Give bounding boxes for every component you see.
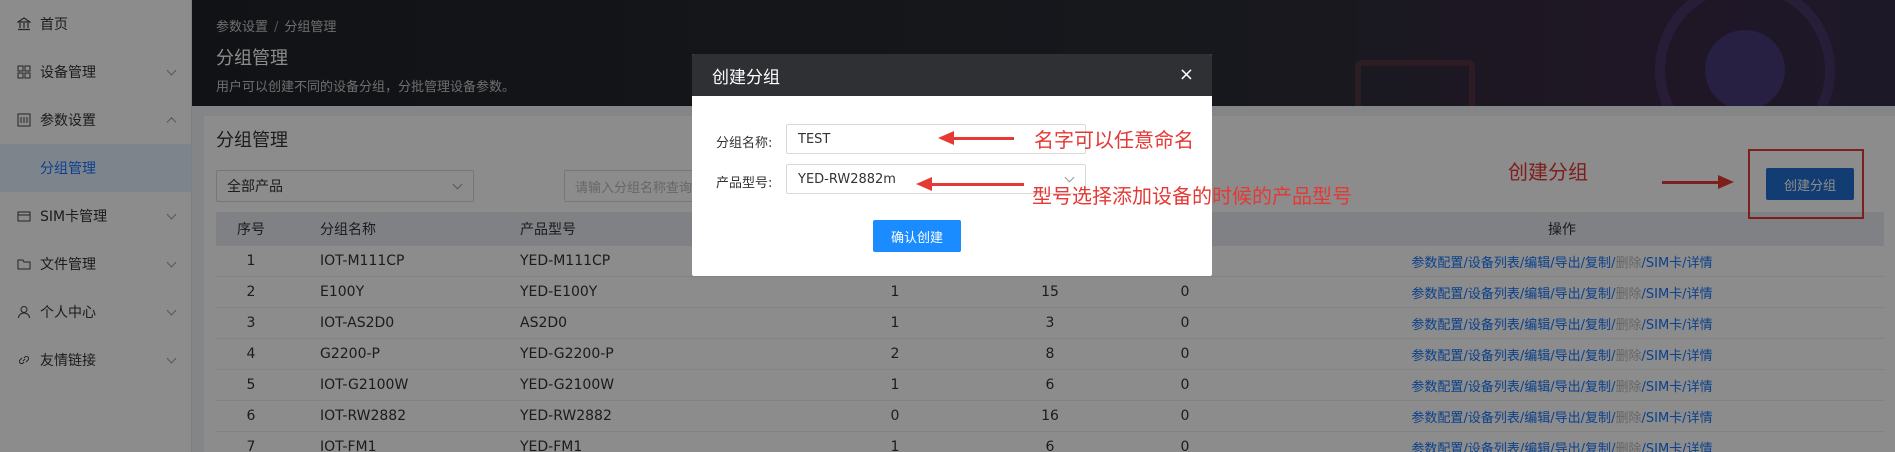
product-model-value: YED-RW2882m [798, 171, 896, 187]
annotation-arrow [916, 177, 1024, 191]
create-group-dialog: 创建分组 × 分组名称: TEST 产品型号: YED-RW2882m 确认创建 [692, 54, 1212, 276]
dialog-title: 创建分组 [712, 67, 780, 88]
annotation-model-note: 型号选择添加设备的时候的产品型号 [1032, 184, 1352, 208]
annotation-arrow [938, 131, 1014, 145]
dialog-header: 创建分组 × [692, 54, 1212, 96]
confirm-create-button[interactable]: 确认创建 [873, 220, 961, 252]
group-name-label: 分组名称: [716, 136, 773, 151]
annotation-name-note: 名字可以任意命名 [1034, 128, 1194, 152]
product-model-label: 产品型号: [716, 176, 773, 191]
close-icon[interactable]: × [1179, 64, 1194, 85]
group-name-value: TEST [798, 131, 831, 147]
